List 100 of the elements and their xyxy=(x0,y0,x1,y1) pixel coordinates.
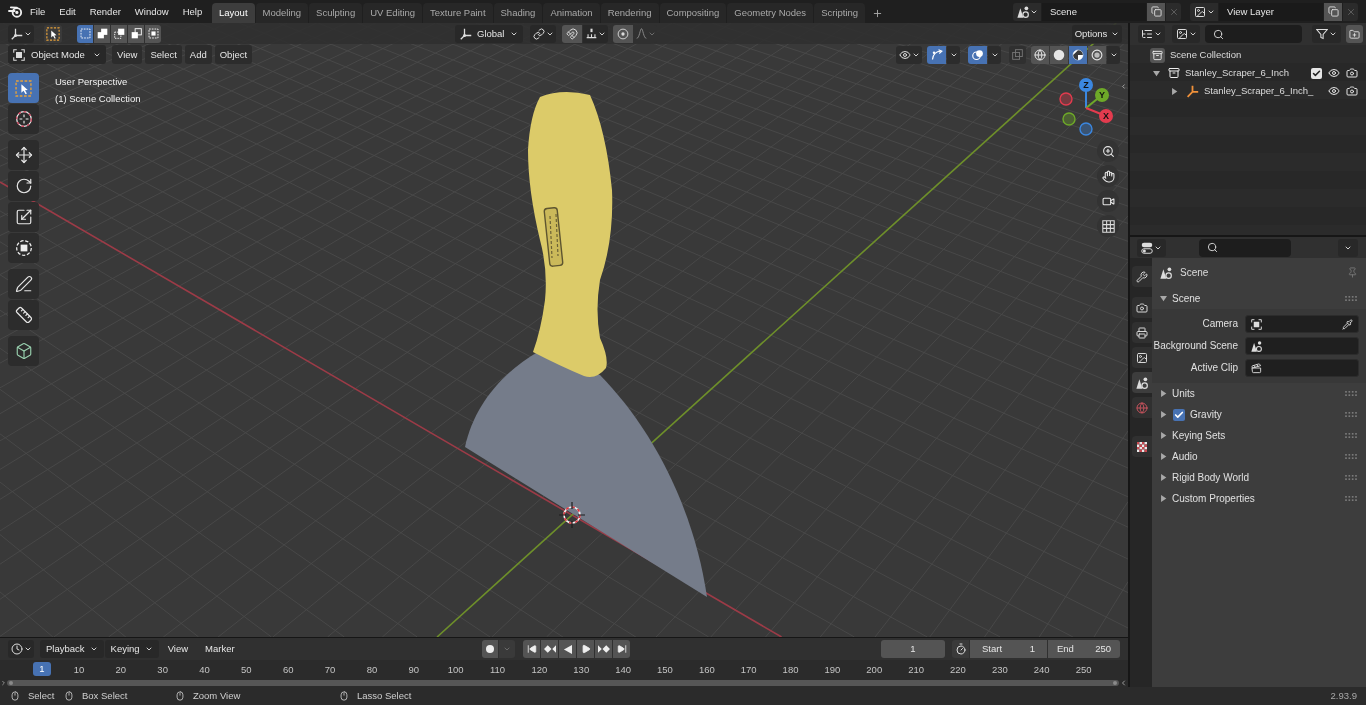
gizmo-axis-button[interactable] xyxy=(1059,92,1073,106)
gizmo-axis-button[interactable]: Z xyxy=(1079,78,1093,109)
workspace-tab[interactable]: Texture Paint xyxy=(423,3,493,23)
navigation-button[interactable] xyxy=(1097,215,1119,237)
panel-header[interactable]: Units xyxy=(1152,383,1366,404)
panel-header[interactable]: Keying Sets xyxy=(1152,425,1366,446)
outliner-row[interactable]: Stanley_Scraper_6_Inch_ xyxy=(1130,82,1366,100)
picker-field[interactable] xyxy=(1245,315,1359,333)
workspace-tab[interactable]: Layout xyxy=(212,3,255,23)
menu-item[interactable]: Add xyxy=(184,45,212,64)
selection-mode-button[interactable] xyxy=(111,24,127,43)
editor-type-button[interactable] xyxy=(8,24,34,43)
proportional-edit-toggle[interactable] xyxy=(613,24,633,43)
picker-field[interactable] xyxy=(1245,359,1359,377)
menu-item[interactable]: Edit xyxy=(52,1,83,22)
menu-item[interactable]: Object xyxy=(214,45,253,64)
panel-header[interactable]: Gravity xyxy=(1152,404,1366,425)
gizmo-axis-button[interactable]: Y xyxy=(1085,88,1109,109)
workspace-tab[interactable]: UV Editing xyxy=(363,3,423,23)
shading-mode-button[interactable] xyxy=(1088,45,1106,64)
browse-dropdown[interactable] xyxy=(1190,2,1218,21)
mode-dropdown[interactable]: Object Mode xyxy=(8,45,106,64)
search-field[interactable] xyxy=(1205,25,1302,43)
tool-button[interactable] xyxy=(8,140,39,170)
editor-type-button[interactable] xyxy=(8,640,34,658)
menu-item[interactable]: Select xyxy=(145,45,182,64)
copy-button[interactable] xyxy=(1324,2,1342,21)
properties-tab[interactable] xyxy=(1132,266,1152,287)
eye-icon[interactable] xyxy=(1328,85,1340,97)
workspace-tab[interactable]: Geometry Nodes xyxy=(727,3,814,23)
shading-mode-button[interactable] xyxy=(1031,45,1049,64)
properties-tab[interactable] xyxy=(1132,372,1152,393)
copy-button[interactable] xyxy=(1147,2,1165,21)
playback-button[interactable] xyxy=(595,640,612,658)
tool-button[interactable] xyxy=(8,104,39,134)
workspace-tab[interactable]: Compositing xyxy=(659,3,727,23)
eye-icon[interactable] xyxy=(1328,67,1340,79)
layer-filter-dropdown[interactable] xyxy=(1172,25,1200,43)
shading-mode-button[interactable] xyxy=(1069,45,1087,64)
3d-viewport[interactable]: Z Y X Global Options Object Mode View Select Add Object User Perspective (1) Scene Collection xyxy=(0,23,1128,637)
snap-element-dropdown[interactable] xyxy=(583,24,608,43)
panel-header[interactable]: Scene xyxy=(1152,288,1366,309)
chevron-left-icon[interactable] xyxy=(1120,82,1127,91)
panel-header[interactable]: Audio xyxy=(1152,446,1366,467)
timeline-scrollbar[interactable] xyxy=(7,679,1119,686)
gizmo-toggle[interactable] xyxy=(927,45,946,64)
filter-dropdown[interactable] xyxy=(1312,25,1341,43)
playback-button[interactable] xyxy=(559,640,576,658)
editor-type-button[interactable] xyxy=(1137,238,1166,257)
options-dropdown[interactable]: Options xyxy=(1072,24,1122,43)
selection-mode-button[interactable] xyxy=(94,24,110,43)
new-collection-button[interactable] xyxy=(1346,25,1363,43)
workspace-tab[interactable]: Animation xyxy=(543,3,600,23)
auto-keying-toggle[interactable] xyxy=(482,640,498,658)
tool-button[interactable] xyxy=(8,202,39,232)
selection-mode-button[interactable] xyxy=(77,24,93,43)
menu-dropdown[interactable]: Playback xyxy=(40,640,104,658)
camera-icon[interactable] xyxy=(1346,67,1358,79)
playback-button[interactable] xyxy=(541,640,558,658)
scene-name-field[interactable]: Scene xyxy=(1042,2,1146,21)
picker-field[interactable] xyxy=(1245,337,1359,355)
properties-tab[interactable] xyxy=(1132,436,1152,457)
menu-item[interactable]: Render xyxy=(82,1,128,22)
preview-range-toggle[interactable] xyxy=(952,640,969,658)
navigation-button[interactable] xyxy=(1097,190,1119,212)
selection-mode-button[interactable] xyxy=(145,24,161,43)
chevron-right-icon[interactable] xyxy=(0,678,7,687)
gizmo-axis-button[interactable]: X xyxy=(1085,107,1113,123)
gizmo-axis-button[interactable] xyxy=(1062,112,1076,126)
tool-button[interactable] xyxy=(8,300,39,330)
current-frame-field[interactable]: 1 xyxy=(881,640,945,658)
pivot-dropdown[interactable] xyxy=(530,24,556,43)
checkbox[interactable] xyxy=(1173,408,1185,421)
navigation-button[interactable] xyxy=(1097,140,1119,162)
tool-button[interactable] xyxy=(8,171,39,201)
checkbox[interactable] xyxy=(1311,67,1322,79)
visibility-dropdown[interactable] xyxy=(896,45,922,64)
menu-item[interactable]: Window xyxy=(127,1,176,22)
app-logo-icon[interactable] xyxy=(8,5,23,18)
workspace-tab[interactable]: Shading xyxy=(493,3,543,23)
camera-icon[interactable] xyxy=(1346,85,1358,97)
playback-button[interactable] xyxy=(523,640,540,658)
menu-item[interactable]: View xyxy=(112,45,143,64)
start-frame-field[interactable]: Start 1 xyxy=(970,640,1047,658)
playhead-frame[interactable]: 1 xyxy=(33,662,51,676)
orientation-dropdown[interactable]: Global xyxy=(455,24,523,43)
properties-tab[interactable] xyxy=(1132,297,1152,318)
display-mode-dropdown[interactable] xyxy=(1138,25,1165,43)
properties-tab[interactable] xyxy=(1132,322,1152,343)
menu-item[interactable]: Help xyxy=(175,1,210,22)
menu-item[interactable]: View xyxy=(159,640,197,658)
shading-mode-button[interactable] xyxy=(1050,45,1068,64)
end-frame-field[interactable]: End 250 xyxy=(1048,640,1120,658)
outliner-row[interactable]: Stanley_Scraper_6_Inch xyxy=(1130,64,1366,82)
tool-button[interactable] xyxy=(8,336,39,366)
overlays-toggle[interactable] xyxy=(968,45,987,64)
eyedropper-icon[interactable] xyxy=(1342,318,1353,330)
tool-button[interactable] xyxy=(8,233,39,263)
menu-item[interactable]: Marker xyxy=(197,640,243,658)
browse-dropdown[interactable] xyxy=(1013,2,1041,21)
